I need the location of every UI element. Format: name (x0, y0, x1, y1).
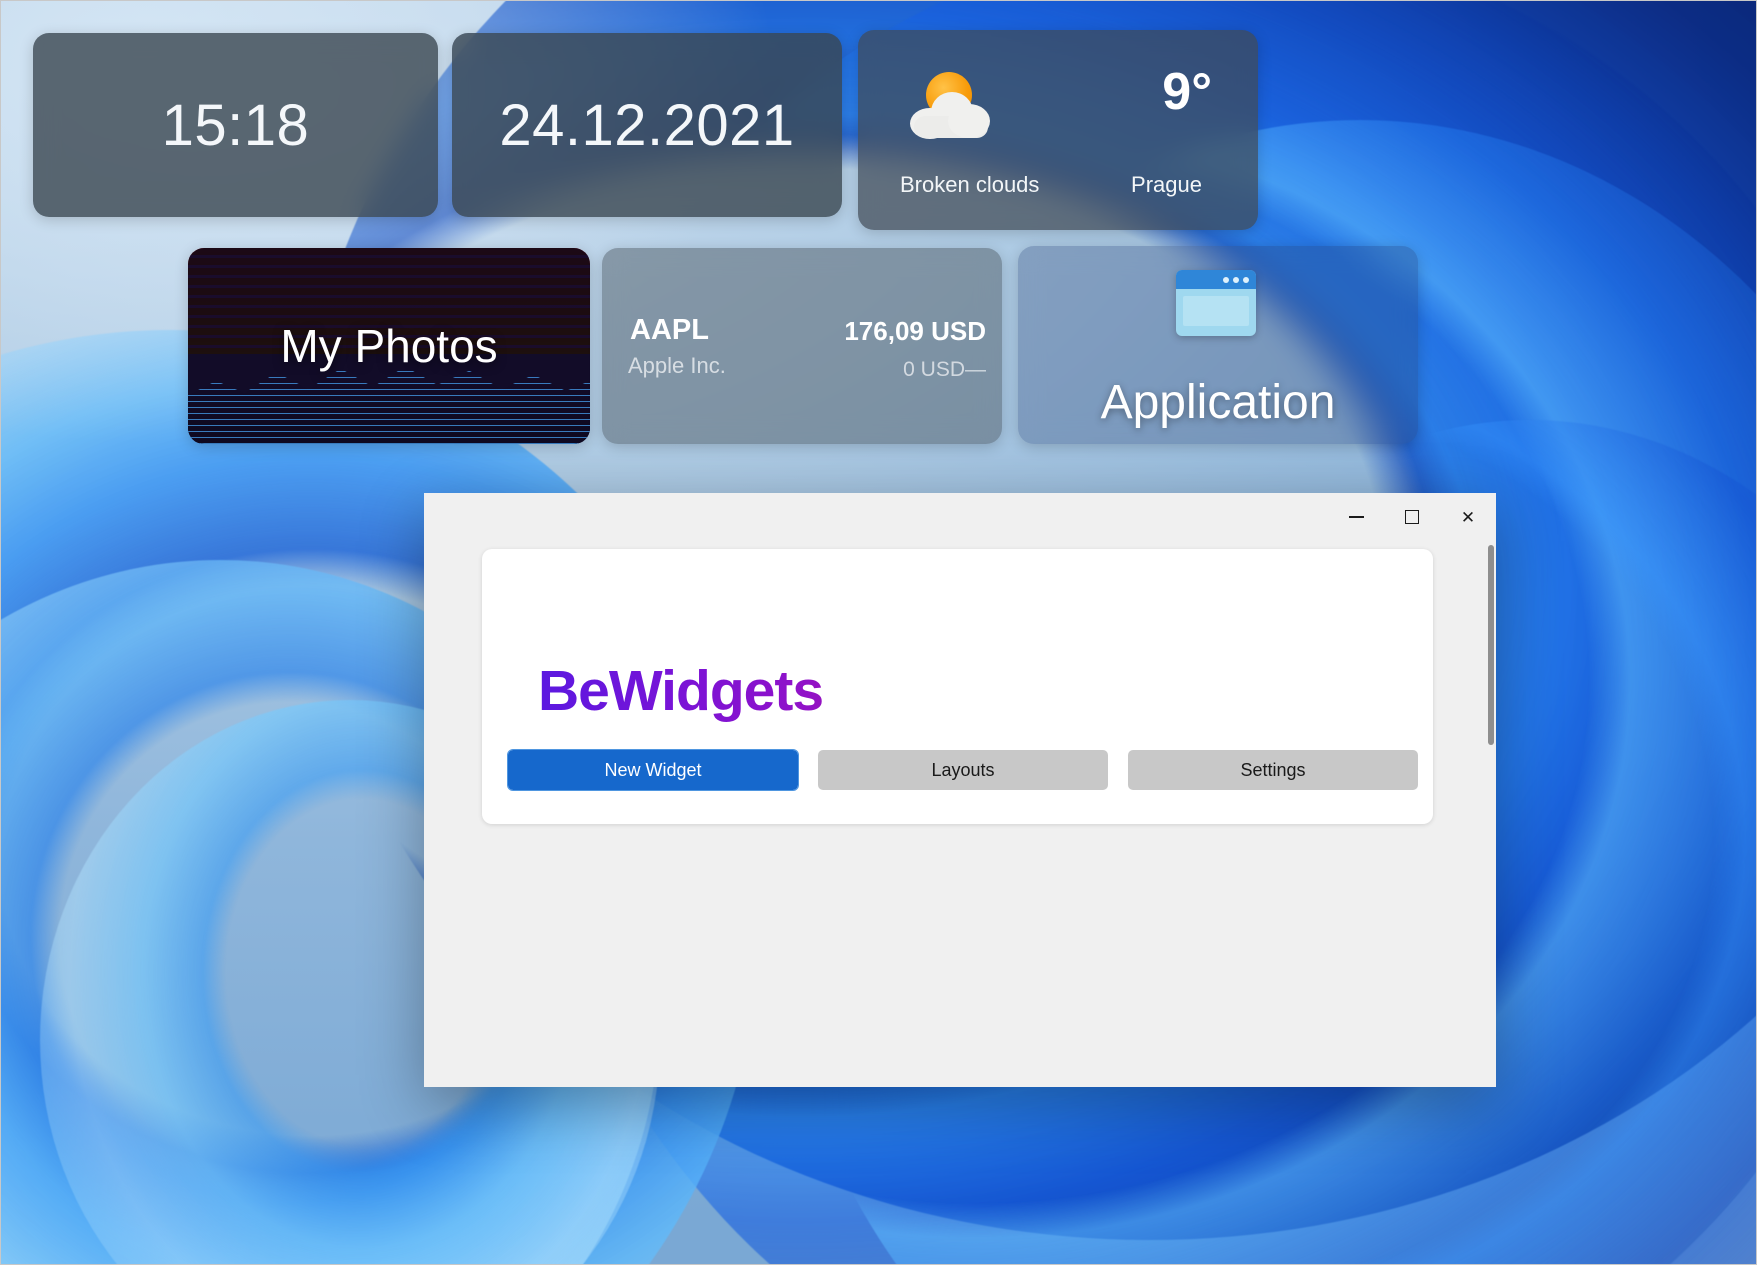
header-card: BeWidgets New Widget Layouts Settings (482, 549, 1433, 824)
tab-new-widget[interactable]: New Widget (507, 749, 799, 791)
window-titlebar: ✕ (424, 493, 1496, 541)
window-scrollbar[interactable] (1488, 545, 1494, 745)
close-button[interactable]: ✕ (1440, 494, 1496, 540)
desktop: 15:18 24.12.2021 9° Broken clouds Prague… (0, 0, 1757, 1265)
app-window-icon (1176, 270, 1256, 336)
stock-symbol: AAPL (630, 314, 709, 346)
bewidgets-logo: BeWidgets (538, 658, 1433, 724)
maximize-button[interactable] (1384, 494, 1440, 540)
photos-widget[interactable]: My Photos (188, 248, 590, 444)
weather-condition: Broken clouds (900, 172, 1040, 197)
stock-change: 0 USD— (903, 358, 986, 381)
date-widget[interactable]: 24.12.2021 (452, 33, 842, 217)
bewidgets-window: ✕ BeWidgets New Widget Layouts Settings (424, 493, 1496, 1087)
weather-city: Prague (1131, 172, 1202, 197)
clock-widget[interactable]: 15:18 (33, 33, 438, 217)
tab-layouts[interactable]: Layouts (818, 750, 1108, 790)
stock-widget[interactable]: AAPL Apple Inc. 176,09 USD 0 USD— (602, 248, 1002, 444)
stock-company: Apple Inc. (628, 353, 726, 378)
close-icon: ✕ (1460, 507, 1476, 527)
sun-behind-cloud-icon (910, 72, 998, 142)
weather-temperature: 9° (1162, 63, 1212, 121)
weather-widget[interactable]: 9° Broken clouds Prague (858, 30, 1258, 230)
application-widget[interactable]: Application (1018, 246, 1418, 444)
tab-bar: New Widget Layouts Settings (507, 749, 1433, 791)
photos-title: My Photos (280, 320, 498, 372)
stock-price: 176,09 USD (844, 316, 986, 346)
clock-time: 15:18 (161, 92, 310, 158)
tab-settings[interactable]: Settings (1128, 750, 1418, 790)
date-value: 24.12.2021 (499, 92, 795, 158)
minimize-button[interactable] (1328, 494, 1384, 540)
application-title: Application (1100, 376, 1336, 429)
